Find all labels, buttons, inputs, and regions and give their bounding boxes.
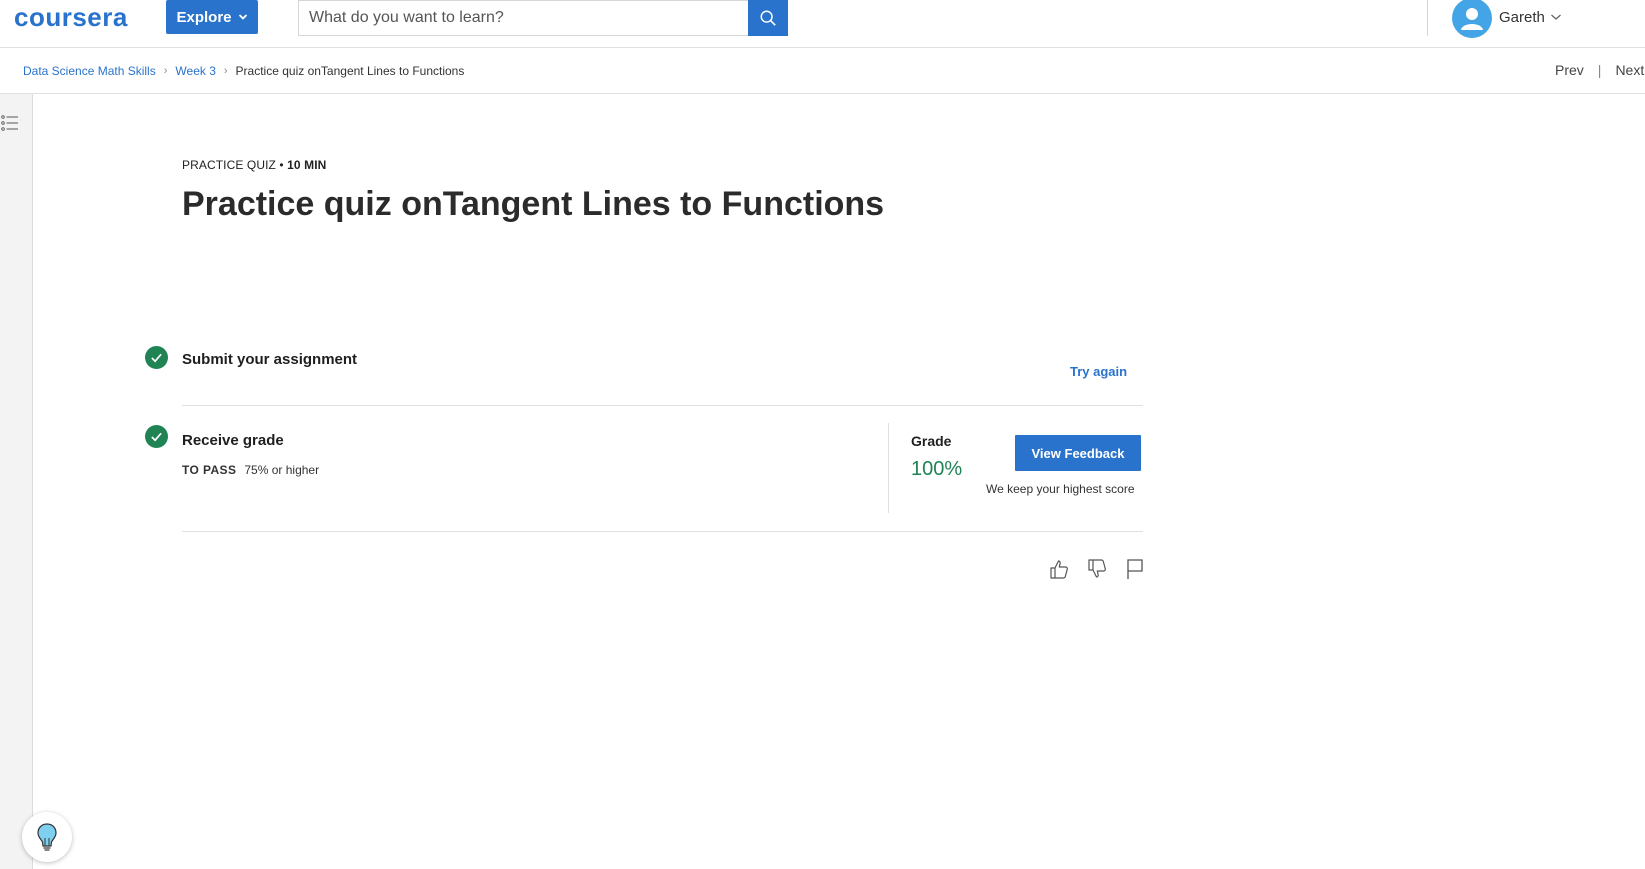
- dislike-button[interactable]: [1086, 558, 1108, 580]
- breadcrumb-separator: ›: [163, 65, 168, 77]
- grade-label: Grade: [911, 433, 952, 449]
- divider: [182, 405, 1143, 406]
- receive-check-badge: [145, 425, 168, 448]
- flag-icon: [1127, 559, 1143, 579]
- breadcrumb-separator: ›: [223, 65, 228, 77]
- page: coursera Explore Gareth Data Science Mat…: [0, 0, 1645, 869]
- breadcrumb-bar: Data Science Math Skills › Week 3 › Prac…: [0, 48, 1645, 94]
- search-button[interactable]: [748, 0, 788, 36]
- check-icon: [151, 432, 162, 442]
- like-button[interactable]: [1048, 558, 1070, 580]
- grade-value: 100%: [911, 458, 963, 480]
- coursera-logo[interactable]: coursera: [14, 2, 128, 33]
- quiz-meta: PRACTICE QUIZ • 10 MIN: [182, 158, 327, 172]
- header-divider: [1427, 0, 1428, 36]
- hint-bubble[interactable]: [22, 812, 72, 862]
- submit-assignment-label: Submit your assignment: [182, 351, 358, 368]
- breadcrumb-week[interactable]: Week 3: [175, 64, 215, 78]
- chevron-down-icon: [238, 14, 247, 20]
- submit-check-badge: [145, 346, 168, 369]
- view-feedback-button[interactable]: View Feedback: [1015, 435, 1141, 471]
- vertical-divider: [888, 423, 889, 513]
- quiz-type: PRACTICE QUIZ: [182, 158, 276, 172]
- report-button[interactable]: [1124, 558, 1146, 580]
- left-rail: [0, 94, 33, 869]
- pass-label: TO PASS: [182, 463, 237, 477]
- explore-label: Explore: [176, 8, 232, 26]
- search-input[interactable]: [298, 0, 748, 36]
- pass-value: 75% or higher: [244, 463, 320, 477]
- breadcrumb: Data Science Math Skills › Week 3 › Prac…: [23, 64, 464, 78]
- check-icon: [151, 353, 162, 363]
- pass-requirement: TO PASS 75% or higher: [182, 463, 319, 477]
- breadcrumb-course[interactable]: Data Science Math Skills: [23, 64, 156, 78]
- divider: [182, 531, 1143, 532]
- breadcrumb-current: Practice quiz onTangent Lines to Functio…: [235, 64, 465, 78]
- outline-list-icon[interactable]: [1, 114, 19, 132]
- prev-next-nav: Prev | Next: [1555, 62, 1644, 78]
- explore-button[interactable]: Explore: [166, 0, 258, 34]
- quiz-duration: 10 MIN: [287, 158, 327, 172]
- receive-grade-label: Receive grade: [182, 432, 284, 449]
- top-header: coursera Explore Gareth: [0, 0, 1645, 48]
- user-icon: [1461, 8, 1483, 30]
- prev-link[interactable]: Prev: [1555, 62, 1584, 78]
- nav-separator: |: [1597, 62, 1602, 78]
- try-again-link[interactable]: Try again: [1070, 364, 1127, 379]
- avatar[interactable]: [1452, 0, 1492, 38]
- chevron-down-icon[interactable]: [1550, 12, 1562, 22]
- page-title: Practice quiz onTangent Lines to Functio…: [182, 185, 885, 223]
- search-icon: [760, 10, 776, 26]
- thumbs-down-icon: [1088, 559, 1106, 578]
- thumbs-up-icon: [1050, 560, 1068, 579]
- user-name[interactable]: Gareth: [1499, 9, 1545, 26]
- feedback-actions: [1048, 558, 1146, 580]
- highest-score-note: We keep your highest score: [986, 482, 1135, 496]
- next-link[interactable]: Next: [1615, 62, 1644, 78]
- lightbulb-icon: [37, 823, 57, 851]
